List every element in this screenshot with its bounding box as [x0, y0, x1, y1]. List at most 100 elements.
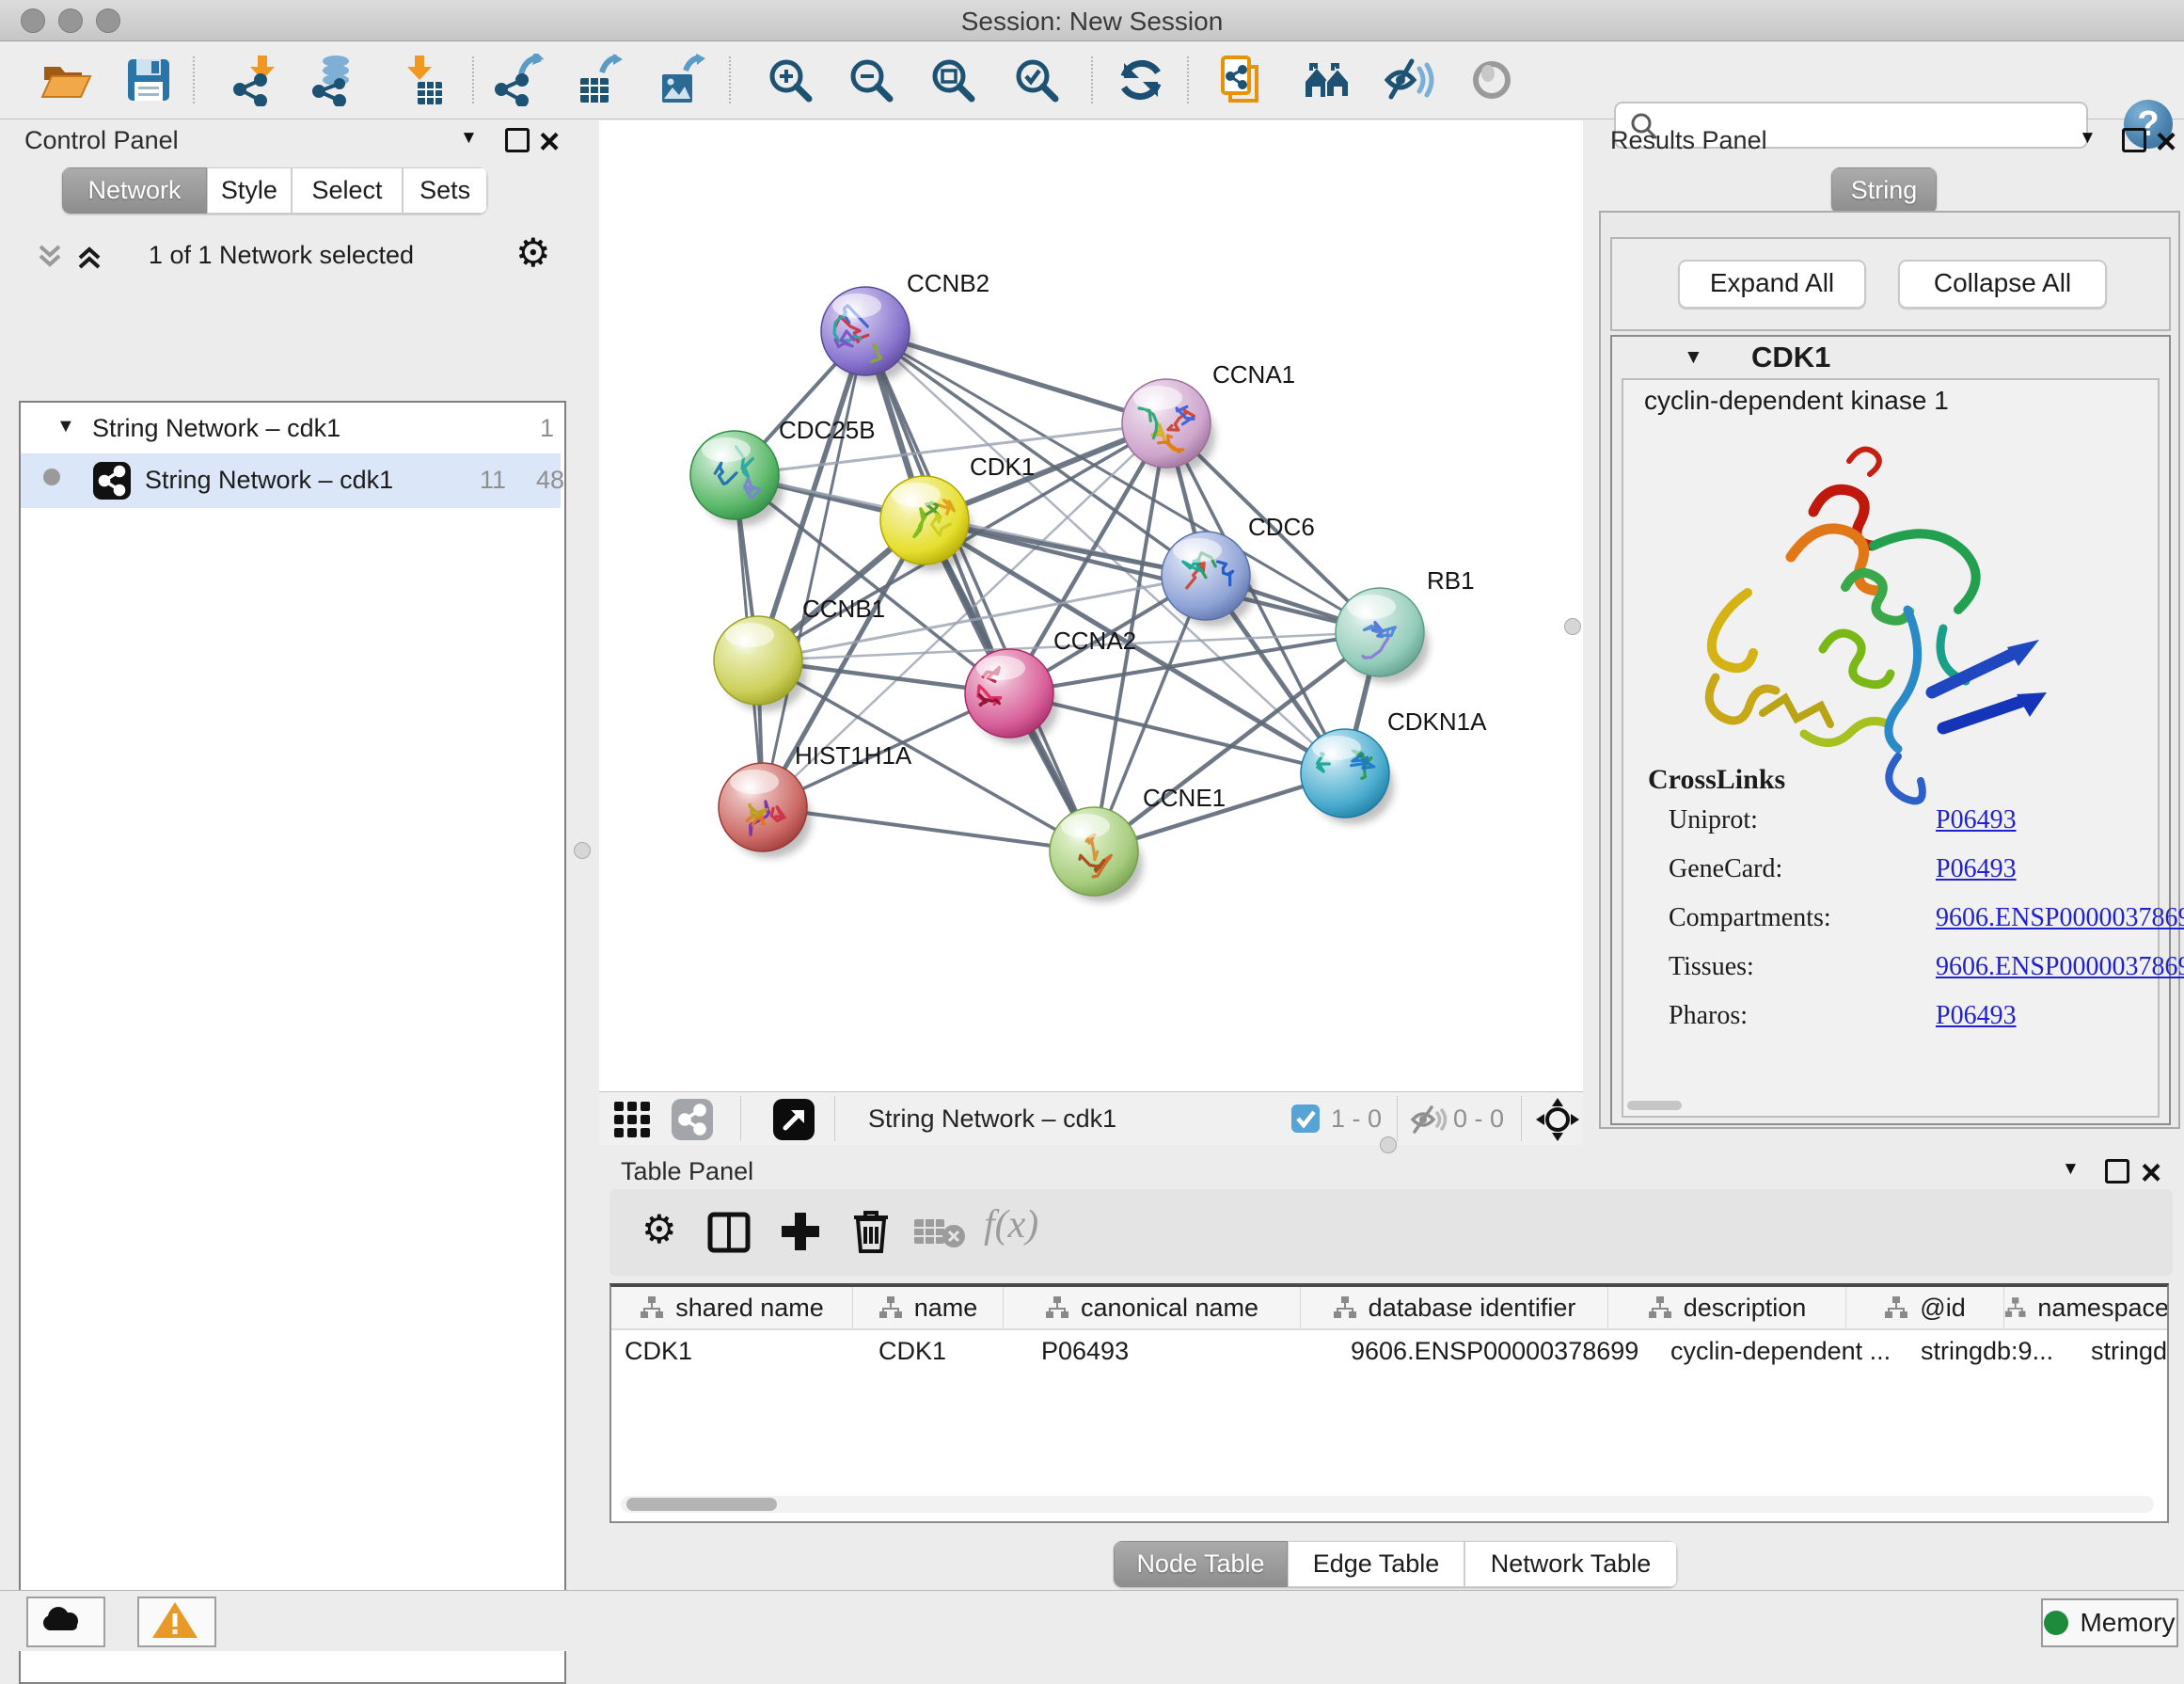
tab-edge-table[interactable]: Edge Table [1288, 1541, 1464, 1587]
selected-checkbox[interactable] [1291, 1104, 1320, 1133]
string-network-view-icon[interactable] [671, 1098, 714, 1141]
network-tree-child-row[interactable]: String Network – cdk1 11 48 [21, 453, 561, 508]
show-columns-icon[interactable] [707, 1212, 751, 1253]
open-session-icon[interactable] [40, 54, 92, 106]
apply-layout-icon[interactable] [1115, 54, 1167, 106]
crosslink-genecard-link[interactable]: P06493 [1936, 854, 2017, 884]
control-panel: Control Panel ▼ × Network Style Select S… [0, 120, 593, 1590]
node-label-ccnb2: CCNB2 [907, 269, 989, 297]
tab-string[interactable]: String [1831, 167, 1937, 214]
new-network-from-selection-icon[interactable] [1217, 54, 1270, 106]
memory-label: Memory [2080, 1608, 2175, 1638]
column-type-icon [1648, 1295, 1672, 1320]
left-splitter-handle[interactable] [574, 842, 591, 859]
import-network-file-icon[interactable] [229, 54, 281, 106]
export-table-icon[interactable] [573, 54, 625, 106]
cloud-status-button[interactable] [26, 1597, 105, 1647]
show-all-icon[interactable] [1465, 54, 1518, 106]
table-options-gear-icon[interactable]: ⚙ [641, 1210, 677, 1249]
crosslink-uniprot-link[interactable]: P06493 [1936, 805, 2017, 835]
column-header[interactable]: name [853, 1287, 1004, 1328]
table-hscroll-thumb[interactable] [626, 1498, 777, 1511]
crosslink-tissues-link[interactable]: 9606.ENSP00000378699 [1936, 952, 2184, 982]
tab-style[interactable]: Style [207, 167, 292, 214]
save-session-icon[interactable] [122, 54, 175, 106]
column-header[interactable]: database identifier [1301, 1287, 1608, 1328]
fit-selected-crosshair-icon[interactable] [1536, 1098, 1579, 1141]
hide-selection-icon[interactable] [1384, 54, 1436, 106]
results-panel-float-icon[interactable] [2122, 128, 2146, 152]
zoom-fit-icon[interactable] [926, 54, 979, 106]
network-name-label: String Network – cdk1 [145, 466, 393, 495]
bottom-splitter-handle[interactable] [1380, 1136, 1397, 1153]
zoom-out-icon[interactable] [845, 54, 897, 106]
tab-select[interactable]: Select [292, 167, 403, 214]
column-header[interactable]: canonical name [1004, 1287, 1301, 1328]
table-panel-float-icon[interactable] [2105, 1159, 2129, 1184]
title-bar: Session: New Session [0, 0, 2184, 41]
collapse-all-button[interactable]: Collapse All [1898, 260, 2107, 309]
tab-network[interactable]: Network [62, 167, 207, 214]
column-header[interactable]: namespace [2004, 1287, 2169, 1328]
inner-hscroll-thumb[interactable] [1627, 1101, 1682, 1110]
current-network-name: String Network – cdk1 [868, 1104, 1116, 1134]
column-header[interactable]: description [1608, 1287, 1846, 1328]
delete-table-icon[interactable] [912, 1215, 967, 1249]
zoom-selected-icon[interactable] [1010, 54, 1063, 106]
collection-count: 1 [540, 414, 554, 443]
hidden-node-edge-counts: 0 - 0 [1453, 1104, 1504, 1134]
network-collection-label: String Network – cdk1 [92, 414, 340, 443]
results-panel-menu-caret[interactable]: ▼ [2079, 128, 2097, 149]
table-panel-close-icon[interactable]: × [2141, 1163, 2161, 1184]
tab-sets[interactable]: Sets [403, 167, 487, 214]
expand-all-button[interactable]: Expand All [1678, 260, 1866, 309]
tab-node-table[interactable]: Node Table [1114, 1541, 1288, 1587]
results-panel-tabs: String [1831, 167, 1937, 214]
add-column-icon[interactable] [779, 1210, 822, 1253]
tab-network-table[interactable]: Network Table [1464, 1541, 1677, 1587]
crosslink-label: GeneCard: [1669, 854, 1782, 884]
node-label-cdk1: CDK1 [970, 453, 1035, 481]
table-row[interactable]: CDK1 CDK1 P06493 9606.ENSP00000378699 cy… [611, 1330, 2167, 1372]
table-panel-menu-caret[interactable]: ▼ [2062, 1159, 2080, 1180]
network-edges[interactable] [735, 331, 1380, 851]
cloud-icon [28, 1598, 100, 1642]
crosslink-pharos-link[interactable]: P06493 [1936, 1001, 2017, 1031]
birds-eye-view-icon[interactable] [772, 1098, 815, 1141]
network-tree-parent-row[interactable]: ▼ String Network – cdk1 1 [21, 405, 561, 453]
toolbar-separator [1091, 56, 1093, 103]
node-count: 11 [480, 466, 506, 495]
gene-collapse-caret-icon[interactable]: ▼ [1684, 346, 1703, 369]
table-header-row: shared name name canonical name database… [611, 1287, 2167, 1330]
network-canvas[interactable]: CCNB2CCNA1CDC25BCDK1CDC6RB1CCNB1CCNA2CDK… [599, 120, 1583, 1091]
first-neighbors-icon[interactable] [1302, 54, 1354, 106]
export-image-icon[interactable] [655, 54, 707, 106]
crosslink-compartments-link[interactable]: 9606.ENSP00000378699 [1936, 903, 2184, 933]
cell-canonical-name: P06493 [1028, 1330, 1337, 1372]
control-panel-menu-caret[interactable]: ▼ [460, 128, 478, 149]
column-header[interactable]: @id [1846, 1287, 2004, 1328]
tree-collapse-caret-icon[interactable]: ▼ [56, 416, 75, 437]
node-table[interactable]: shared name name canonical name database… [609, 1283, 2169, 1523]
node-label-cdkn1a: CDKN1A [1387, 707, 1487, 736]
function-builder-icon: f(x) [984, 1202, 1038, 1247]
zoom-in-icon[interactable] [764, 54, 816, 106]
table-hscrollbar[interactable] [621, 1496, 2154, 1513]
import-network-database-icon[interactable] [308, 54, 360, 106]
warning-status-button[interactable] [137, 1597, 216, 1647]
control-panel-close-icon[interactable]: × [539, 132, 560, 152]
crosslink-label: Tissues: [1669, 952, 1754, 982]
import-table-icon[interactable] [393, 54, 446, 106]
control-panel-float-icon[interactable] [505, 128, 530, 152]
column-type-icon [2004, 1295, 2026, 1320]
right-splitter-handle[interactable] [1564, 618, 1581, 635]
delete-column-trash-icon[interactable] [850, 1208, 892, 1255]
gene-description: cyclin-dependent kinase 1 [1644, 386, 1949, 416]
export-network-icon[interactable] [492, 54, 545, 106]
grid-view-icon[interactable] [612, 1100, 652, 1139]
results-panel-close-icon[interactable]: × [2156, 132, 2176, 152]
network-options-gear-icon[interactable]: ⚙ [515, 233, 551, 273]
column-header[interactable]: shared name [611, 1287, 853, 1328]
memory-status-dot [2044, 1611, 2068, 1635]
memory-button[interactable]: Memory [2041, 1598, 2178, 1647]
